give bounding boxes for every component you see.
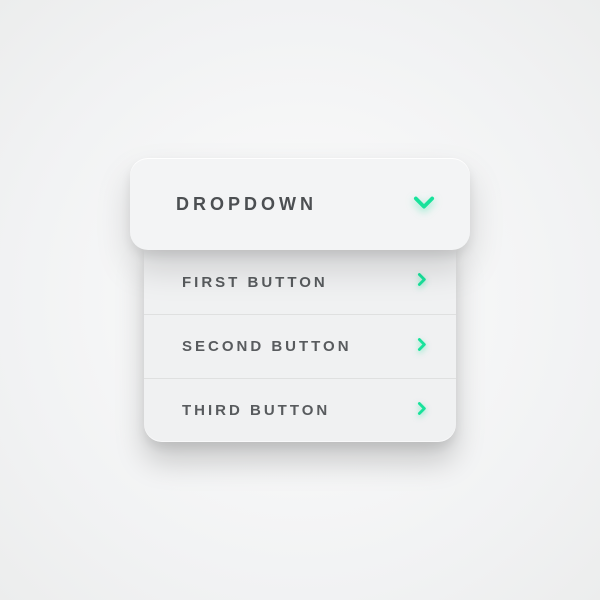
dropdown-menu: FIRST BUTTON SECOND BUTTON THIRD BUTTON [144, 244, 456, 442]
menu-item-second[interactable]: SECOND BUTTON [144, 314, 456, 378]
menu-item-label: SECOND BUTTON [182, 338, 413, 355]
menu-item-label: THIRD BUTTON [182, 402, 413, 419]
chevron-down-icon [410, 188, 438, 221]
chevron-right-icon [413, 400, 430, 422]
chevron-right-icon [413, 271, 430, 293]
dropdown-label: DROPDOWN [176, 194, 410, 215]
menu-item-label: FIRST BUTTON [182, 274, 413, 291]
menu-item-third[interactable]: THIRD BUTTON [144, 378, 456, 442]
dropdown-widget: DROPDOWN FIRST BUTTON SECOND BUTTON [130, 158, 470, 442]
dropdown-toggle[interactable]: DROPDOWN [130, 158, 470, 250]
menu-item-first[interactable]: FIRST BUTTON [144, 250, 456, 314]
chevron-right-icon [413, 336, 430, 358]
